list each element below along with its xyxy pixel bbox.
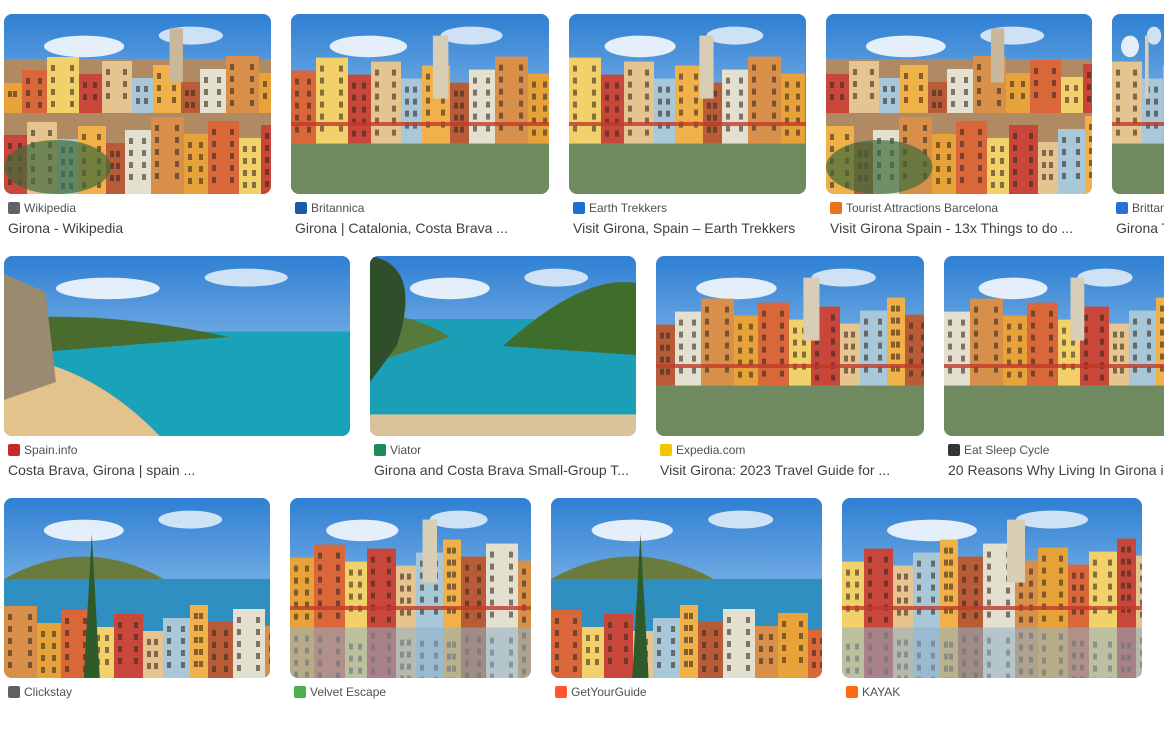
clickstay-icon	[8, 686, 20, 698]
image-result-source[interactable]: Tourist Attractions Barcelona	[830, 200, 1092, 216]
image-result-source[interactable]: Eat Sleep Cycle	[948, 442, 1164, 458]
image-result-title[interactable]	[8, 702, 270, 722]
source-name: Brittan	[1132, 200, 1164, 216]
image-result-title[interactable]	[294, 702, 531, 722]
image-result-card[interactable]: Britannica Girona | Catalonia, Costa Brav…	[291, 14, 549, 256]
source-name: Britannica	[311, 200, 364, 216]
image-result-thumbnail[interactable]	[569, 14, 806, 194]
image-result-meta: Expedia.com Visit Girona: 2023 Travel Gui…	[660, 442, 924, 480]
image-result-title[interactable]: Girona | Catalonia, Costa Brava ...	[295, 218, 549, 238]
image-result-meta: Spain.info Costa Brava, Girona | spain ..…	[8, 442, 350, 480]
image-result-meta: Brittan Girona T	[1116, 200, 1164, 238]
kayak-icon	[846, 686, 858, 698]
image-result-thumbnail[interactable]	[290, 498, 531, 678]
image-result-source[interactable]: Earth Trekkers	[573, 200, 806, 216]
image-result-title[interactable]: Girona - Wikipedia	[8, 218, 271, 238]
image-result-meta: Eat Sleep Cycle 20 Reasons Why Living In …	[948, 442, 1164, 480]
image-result-source[interactable]: KAYAK	[846, 684, 1142, 700]
image-result-title[interactable]	[555, 702, 822, 722]
earth-trekkers-icon	[573, 202, 585, 214]
image-result-card[interactable]: Velvet Escape	[290, 498, 531, 740]
image-result-meta: Britannica Girona | Catalonia, Costa Brav…	[295, 200, 549, 238]
image-result-thumbnail[interactable]	[291, 14, 549, 194]
image-result-meta: Wikipedia Girona - Wikipedia	[8, 200, 271, 238]
source-name: Clickstay	[24, 684, 72, 700]
image-result-card[interactable]: Clickstay	[4, 498, 270, 740]
image-result-title[interactable]: Visit Girona: 2023 Travel Guide for ...	[660, 460, 924, 480]
source-name: Eat Sleep Cycle	[964, 442, 1049, 458]
image-result-title[interactable]: Girona T	[1116, 218, 1164, 238]
image-result-meta: Tourist Attractions Barcelona Visit Giron…	[830, 200, 1092, 238]
image-result-meta: Velvet Escape	[294, 684, 531, 722]
image-result-thumbnail[interactable]	[4, 14, 271, 194]
velvet-escape-icon	[294, 686, 306, 698]
image-result-source[interactable]: Clickstay	[8, 684, 270, 700]
image-result-source[interactable]: Expedia.com	[660, 442, 924, 458]
image-result-card[interactable]: Tourist Attractions Barcelona Visit Giron…	[826, 14, 1092, 256]
image-result-source[interactable]: Britannica	[295, 200, 549, 216]
image-result-meta: GetYourGuide	[555, 684, 822, 722]
eat-sleep-cycle-icon	[948, 444, 960, 456]
image-result-source[interactable]: Viator	[374, 442, 636, 458]
image-result-card[interactable]: Expedia.com Visit Girona: 2023 Travel Gui…	[656, 256, 924, 498]
image-result-thumbnail[interactable]	[656, 256, 924, 436]
tourist-attractions-barcelona-icon	[830, 202, 842, 214]
image-result-card[interactable]: Earth Trekkers Visit Girona, Spain – Eart…	[569, 14, 806, 256]
image-result-title[interactable]: 20 Reasons Why Living In Girona i	[948, 460, 1164, 480]
image-result-title[interactable]: Visit Girona Spain - 13x Things to do ..…	[830, 218, 1092, 238]
image-result-thumbnail[interactable]	[1112, 14, 1164, 194]
source-name: KAYAK	[862, 684, 900, 700]
image-result-card[interactable]: Wikipedia Girona - Wikipedia	[4, 14, 271, 256]
expedia-icon	[660, 444, 672, 456]
source-name: Viator	[390, 442, 421, 458]
wikipedia-icon	[8, 202, 20, 214]
image-result-card[interactable]: KAYAK	[842, 498, 1142, 740]
source-name: Tourist Attractions Barcelona	[846, 200, 998, 216]
source-name: GetYourGuide	[571, 684, 647, 700]
spain-info-icon	[8, 444, 20, 456]
image-result-meta: KAYAK	[846, 684, 1142, 722]
viator-icon	[374, 444, 386, 456]
image-result-meta: Clickstay	[8, 684, 270, 722]
image-result-thumbnail[interactable]	[826, 14, 1092, 194]
image-result-meta: Viator Girona and Costa Brava Small-Group…	[374, 442, 636, 480]
image-result-card[interactable]: Brittan Girona T	[1112, 14, 1164, 256]
image-result-source[interactable]: Velvet Escape	[294, 684, 531, 700]
image-result-title[interactable]	[846, 702, 1142, 722]
image-result-card[interactable]: Eat Sleep Cycle 20 Reasons Why Living In …	[944, 256, 1164, 498]
image-result-card[interactable]: Viator Girona and Costa Brava Small-Group…	[370, 256, 636, 498]
image-result-thumbnail[interactable]	[4, 256, 350, 436]
image-result-thumbnail[interactable]	[551, 498, 822, 678]
image-result-thumbnail[interactable]	[842, 498, 1142, 678]
image-result-thumbnail[interactable]	[370, 256, 636, 436]
image-result-source[interactable]: GetYourGuide	[555, 684, 822, 700]
image-result-source[interactable]: Spain.info	[8, 442, 350, 458]
image-result-meta: Earth Trekkers Visit Girona, Spain – Eart…	[573, 200, 806, 238]
image-result-thumbnail[interactable]	[944, 256, 1164, 436]
getyourguide-icon	[555, 686, 567, 698]
image-result-source[interactable]: Brittan	[1116, 200, 1164, 216]
image-result-source[interactable]: Wikipedia	[8, 200, 271, 216]
image-result-title[interactable]: Visit Girona, Spain – Earth Trekkers	[573, 218, 806, 238]
source-name: Expedia.com	[676, 442, 745, 458]
britannica-icon	[295, 202, 307, 214]
brittanica-partial-icon	[1116, 202, 1128, 214]
source-name: Earth Trekkers	[589, 200, 667, 216]
image-result-card[interactable]: Spain.info Costa Brava, Girona | spain ..…	[4, 256, 350, 498]
source-name: Wikipedia	[24, 200, 76, 216]
source-name: Spain.info	[24, 442, 77, 458]
image-result-card[interactable]: GetYourGuide	[551, 498, 822, 740]
image-result-title[interactable]: Girona and Costa Brava Small-Group T...	[374, 460, 636, 480]
image-result-thumbnail[interactable]	[4, 498, 270, 678]
image-result-title[interactable]: Costa Brava, Girona | spain ...	[8, 460, 350, 480]
source-name: Velvet Escape	[310, 684, 386, 700]
